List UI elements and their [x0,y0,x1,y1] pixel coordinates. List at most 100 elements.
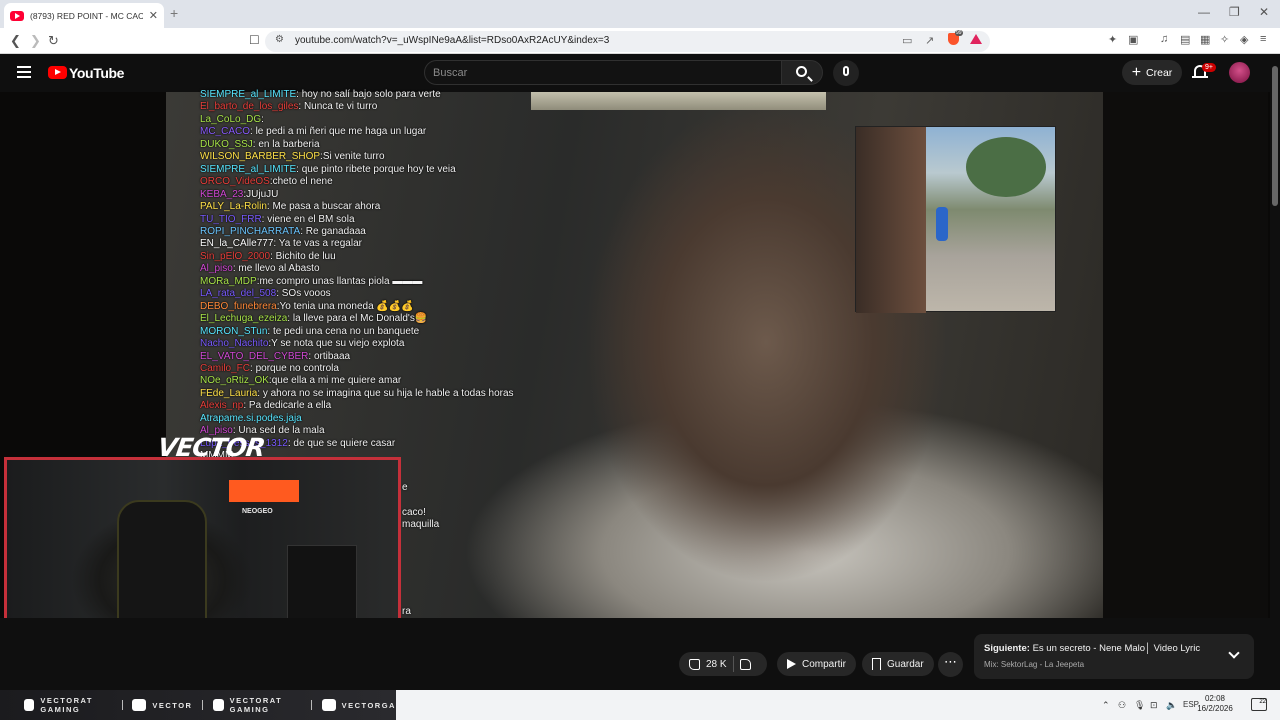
search-icon [796,66,807,77]
chat-message: MC_CACO: le pedi a mi ñeri que me haga u… [200,126,640,138]
screenshot-icon[interactable]: ▭ [902,34,912,47]
youtube-icon [24,699,35,711]
menu-icon[interactable]: ≡ [1260,33,1266,45]
chat-username: PALY_La-Rolin [200,201,267,213]
search-button[interactable] [781,60,823,85]
notification-center-icon[interactable]: 22 [1251,698,1267,711]
save-button[interactable]: Guardar [862,652,934,676]
banner-label: VECTORGA [341,700,396,710]
microphone-tray-icon[interactable]: 🎙 [1134,700,1145,711]
chat-text: :Yo tenia una moneda 💰💰💰 [276,300,414,312]
chat-text: :JUjuJU [243,188,279,200]
reading-list-icon[interactable]: ▦ [1200,33,1210,46]
chat-text: : en la barberia [252,138,320,150]
chat-username: LA_rata_del_508 [200,288,277,300]
chat-overflow-line: e [402,482,408,493]
video-player[interactable]: SIEMPRE_al_LIMITE: hoy no salí bajo solo… [0,89,1280,680]
chat-username: MC_CACO [200,126,251,138]
chat-text: : y ahora no se imagina que su hija le h… [257,387,514,399]
chat-message: ROPI_PINCHARRATA: Re ganadaaa [200,226,640,238]
bluetooth-icon[interactable]: ⚇ [1118,700,1126,711]
share-page-icon[interactable]: ↗ [925,34,934,47]
banner-item: VECTOR [132,699,192,711]
browser-tab[interactable]: (8793) RED POINT - MC CACO ✕ [4,3,164,28]
address-bar[interactable]: ⚙ youtube.com/watch?v=_uWspINe9aA&list=R… [265,31,990,52]
up-next-prefix: Siguiente: [984,643,1030,654]
chat-text: : le pedi a mi ñeri que me haga un lugar [250,126,427,138]
tray-overflow-icon[interactable]: ⌃ [1102,700,1110,711]
chat-overflow-line [402,594,439,606]
chat-overflow-line: caco! [402,506,426,518]
restore-icon[interactable]: ❐ [1229,5,1240,19]
notification-center-count: 22 [1259,699,1266,705]
more-actions-icon[interactable]: ⋯ [938,652,963,677]
search-box [424,60,782,85]
chat-text: :Y se nota que su viejo explota [268,338,405,350]
share-button[interactable]: Compartir [777,652,856,676]
site-info-icon[interactable]: ⚙ [275,34,284,45]
close-tab-icon[interactable]: ✕ [149,9,158,22]
chat-username: MORON_STun [200,325,268,337]
minimize-icon[interactable]: — [1198,5,1210,19]
reload-icon[interactable]: ↻ [48,33,59,49]
create-button[interactable]: + Crear [1122,60,1182,85]
scrollbar-thumb[interactable] [1272,66,1278,206]
network-icon[interactable]: ⊡ [1150,700,1158,711]
banner-label: VECTORAT GAMING [40,696,93,714]
chat-text: : SOs vooos [276,288,331,300]
chat-message: PALY_La-Rolin: Me pasa a buscar ahora [200,201,640,213]
chat-overflow-line [402,556,439,568]
chat-message: DEBO_funebrera:Yo tenia una moneda 💰💰💰 [200,301,640,313]
search-input[interactable] [433,65,763,81]
youtube-logo-icon[interactable] [48,66,67,79]
up-next-card[interactable]: Siguiente: Es un secreto - Nene Malo│ Vi… [974,634,1254,679]
page-scrollbar[interactable] [1270,54,1280,690]
chat-text: : porque no controla [250,362,339,374]
forward-icon[interactable]: ❯ [30,33,41,49]
chat-message: Lupa_tresses_1312: de que se quiere casa… [200,438,640,450]
brave-rewards-icon[interactable] [970,34,982,44]
twitter-icon [213,699,224,711]
like-icon[interactable] [689,658,700,670]
stream-chat-overlay: SIEMPRE_al_LIMITE: hoy no salí bajo solo… [200,89,640,463]
like-dislike-group: 28 K [679,652,767,676]
media-icon[interactable]: ♫ [1160,33,1168,45]
dislike-icon[interactable] [739,658,751,670]
like-count[interactable]: 28 K [706,659,727,670]
close-window-icon[interactable]: ✕ [1259,5,1269,19]
hamburger-menu-icon[interactable] [17,66,31,81]
leo-ai-icon[interactable]: ✧ [1220,33,1229,46]
arcade-marquee [229,480,299,502]
chat-username: SIEMPRE_al_LIMITE [200,163,297,175]
chat-username: WILSON_BARBER_SHOP [200,151,321,163]
new-tab-icon[interactable]: + [170,5,178,21]
vpn-icon[interactable]: ◈ [1240,33,1248,46]
chat-username: NOe_oRtiz_OK [200,375,269,387]
volume-icon[interactable]: 🔈 [1166,700,1177,711]
account-avatar[interactable] [1229,62,1250,83]
chat-overflow-line: ra [402,606,411,618]
wallet-icon[interactable]: ▣ [1128,33,1138,46]
youtube-wordmark[interactable]: YouTube [69,65,124,81]
chat-message: Sin_pElO_2000: Bichito de luu [200,251,640,263]
chat-text: :que ella a mi me quiere amar [268,375,402,387]
voice-search-button[interactable] [833,60,859,86]
up-next-subtitle: Mix: SektorLag - La Jeepeta [984,660,1085,669]
back-icon[interactable]: ❮ [10,33,21,49]
chat-text: : me llevo al Abasto [232,263,320,275]
video-side-panel [1103,92,1268,618]
chevron-down-icon[interactable] [1228,647,1240,659]
chat-text: : la lleve para el Mc Donald's🍔 [287,313,428,325]
chat-overflow-line: maquilla [402,519,440,531]
sidebar-icon[interactable]: ▤ [1180,33,1190,46]
chat-username: MORa_MDP [200,275,257,287]
share-icon [787,659,796,669]
extensions-icon[interactable]: ✦ [1108,33,1117,46]
chat-message: ORCO_VideOS:cheto el nene [200,176,640,188]
chat-username: Al_piso [200,263,233,275]
chat-message: MORON_STun: te pedi una cena no un banqu… [200,326,640,338]
chat-message: La_CoLo_DG: [200,114,640,126]
taskbar-clock[interactable]: 02:08 16/2/2026 [1195,694,1235,714]
bookmark-page-icon[interactable]: ☐ [249,33,260,47]
gameplay-inset [855,126,1056,313]
